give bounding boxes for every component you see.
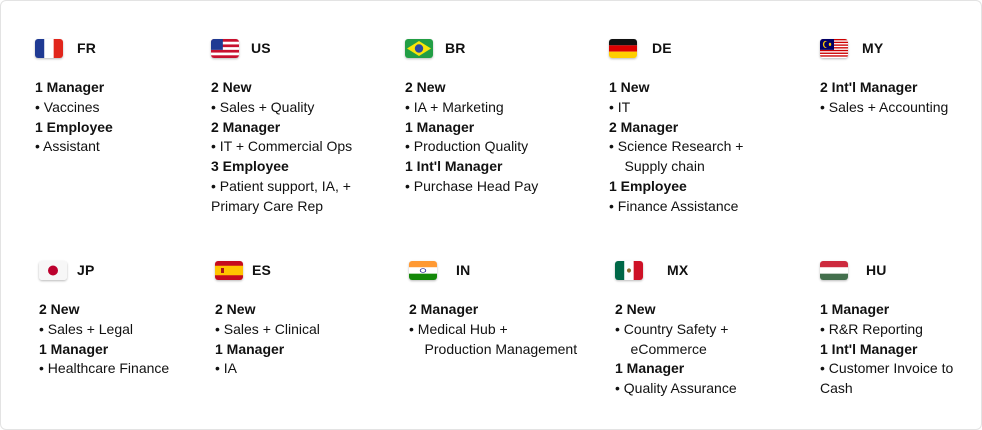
flag-spain-icon (215, 260, 243, 280)
country-card-de: DE 1 New • IT 2 Manager • Science Resear… (609, 37, 784, 217)
list-item: • IA (215, 360, 238, 377)
group-title: 1 New (609, 79, 650, 95)
list-item: • Purchase Head Pay (405, 177, 539, 194)
country-card-in: IN 2 Manager • Medical Hub + Production … (409, 259, 584, 359)
group-title: 1 Int'l Manager (405, 158, 503, 175)
group-title: 1 Manager (35, 79, 105, 95)
group-title: 1 Manager (615, 360, 685, 377)
list-item: • Science Research + (609, 138, 744, 155)
country-card-my: MY 2 Int'l Manager • Sales + Accounting (820, 37, 970, 118)
group-title: 2 New (211, 79, 252, 95)
list-item: • Vaccines (35, 98, 100, 115)
country-code: US (251, 40, 271, 56)
flag-hungary-icon (820, 260, 848, 280)
group-title: 2 New (215, 301, 256, 317)
list-item: • Quality Assurance (615, 380, 737, 397)
list-item: • Finance Assistance (609, 197, 739, 214)
country-code: JP (77, 262, 95, 278)
group-title: 1 Manager (215, 340, 285, 357)
country-code: IN (456, 262, 471, 278)
list-item: • Medical Hub + (409, 320, 508, 337)
country-card-br: BR 2 New • IA + Marketing 1 Manager • Pr… (405, 37, 580, 197)
group-title: 3 Employee (211, 158, 289, 175)
list-item: • Country Safety + (615, 320, 729, 337)
list-item: • Sales + Legal (39, 320, 134, 337)
country-code: DE (652, 40, 672, 56)
country-code: ES (252, 262, 272, 278)
group-title: 2 New (405, 79, 446, 95)
list-item: • Sales + Clinical (215, 320, 320, 337)
group-title: 1 Manager (820, 301, 890, 317)
group-title: 1 Int'l Manager (820, 340, 918, 357)
country-card-mx: MX 2 New • Country Safety + eCommerce 1 … (615, 259, 790, 399)
list-item: • IT + Commercial Ops (211, 138, 353, 155)
group-title: 1 Manager (39, 340, 109, 357)
flag-india-icon (409, 260, 437, 280)
country-card-es: ES 2 New • Sales + Clinical 1 Manager • … (215, 259, 390, 379)
group-title: 2 Manager (609, 118, 679, 135)
group-title: 2 New (39, 301, 80, 317)
group-title: 1 Employee (609, 177, 687, 194)
country-code: FR (77, 40, 97, 56)
country-card-us: US 2 New • Sales + Quality 2 Manager • I… (211, 37, 386, 217)
group-title: 1 Employee (35, 118, 113, 135)
list-item: • Assistant (35, 138, 100, 155)
group-title: 2 New (615, 301, 656, 317)
group-title: 2 Int'l Manager (820, 79, 918, 95)
list-item: • IT (609, 98, 631, 115)
country-code: BR (445, 40, 466, 56)
flag-brazil-icon (405, 38, 433, 58)
country-code: HU (866, 262, 887, 278)
content-panel: FR 1 Manager • Vaccines 1 Employee • Ass… (0, 0, 982, 430)
list-item: Supply chain (609, 158, 705, 175)
list-item: • Sales + Quality (211, 98, 315, 115)
country-code: MX (667, 262, 689, 278)
country-card-hu: HU 1 Manager • R&R Reporting 1 Int'l Man… (820, 259, 970, 399)
list-item: Primary Care Rep (211, 197, 324, 214)
flag-mexico-icon (615, 260, 643, 280)
country-card-fr: FR 1 Manager • Vaccines 1 Employee • Ass… (35, 37, 210, 157)
group-title: 2 Manager (409, 301, 479, 317)
country-code: MY (862, 40, 884, 56)
flag-france-icon (35, 38, 63, 58)
flag-usa-icon (211, 38, 239, 58)
list-item: • Customer Invoice to (820, 360, 954, 377)
list-item: Production Management (409, 340, 578, 357)
flag-japan-icon (39, 260, 67, 280)
list-item: • R&R Reporting (820, 320, 923, 337)
flag-germany-icon (609, 38, 637, 58)
group-title: 2 Manager (211, 118, 281, 135)
list-item: Cash (820, 380, 853, 397)
list-item: • Production Quality (405, 138, 529, 155)
flag-malaysia-icon (820, 38, 848, 58)
list-item: eCommerce (615, 340, 707, 357)
list-item: • Patient support, IA, + (211, 177, 351, 194)
country-card-jp: JP 2 New • Sales + Legal 1 Manager • Hea… (39, 259, 214, 379)
list-item: • Healthcare Finance (39, 360, 170, 377)
list-item: • Sales + Accounting (820, 98, 949, 115)
list-item: • IA + Marketing (405, 98, 504, 115)
group-title: 1 Manager (405, 118, 475, 135)
